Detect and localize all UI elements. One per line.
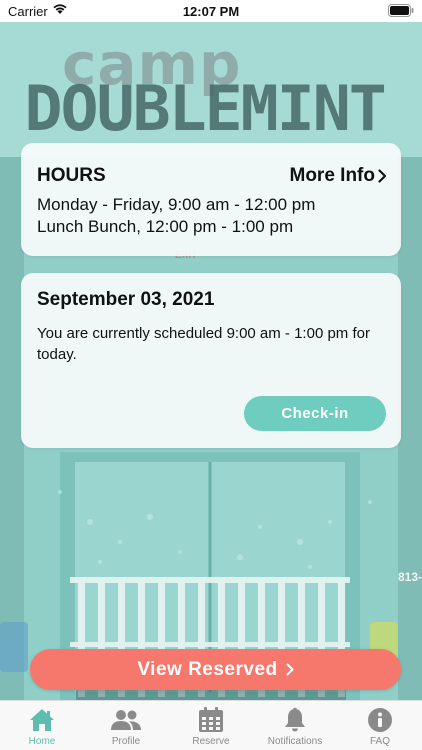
home-icon bbox=[28, 707, 56, 733]
view-reserved-label: View Reserved bbox=[137, 658, 278, 680]
tab-notifications[interactable]: Notifications bbox=[253, 701, 337, 750]
bell-icon bbox=[283, 707, 307, 733]
battery-icon bbox=[388, 4, 414, 20]
tab-label-reserve: Reserve bbox=[192, 736, 230, 747]
hours-title: HOURS bbox=[37, 165, 106, 186]
tab-bar: Home Profile Reserve Notifications FAQ bbox=[0, 700, 422, 750]
info-icon bbox=[367, 707, 393, 733]
tab-home[interactable]: Home bbox=[0, 701, 84, 750]
schedule-message: You are currently scheduled 9:00 am - 1:… bbox=[37, 325, 370, 363]
tab-label-profile: Profile bbox=[111, 736, 141, 747]
tab-label-notifications: Notifications bbox=[267, 736, 323, 747]
chevron-right-icon[interactable] bbox=[378, 169, 387, 188]
more-info-link[interactable]: More Info bbox=[290, 165, 376, 187]
sign-doublemint: DOUBLEMINT bbox=[24, 72, 386, 145]
tab-reserve[interactable]: Reserve bbox=[169, 701, 253, 750]
people-icon bbox=[110, 707, 142, 733]
hours-card: HOURS More Info Monday - Friday, 9:00 am… bbox=[21, 143, 401, 256]
hours-lunch-bunch: Lunch Bunch, 12:00 pm - 1:00 pm bbox=[37, 217, 294, 236]
schedule-card: September 03, 2021 You are currently sch… bbox=[21, 273, 401, 448]
tab-profile[interactable]: Profile bbox=[84, 701, 168, 750]
schedule-date: September 03, 2021 bbox=[37, 289, 215, 310]
status-time: 12:07 PM bbox=[182, 4, 240, 19]
tab-label-home: Home bbox=[28, 736, 56, 747]
tab-label-faq: FAQ bbox=[369, 736, 390, 747]
hours-weekday: Monday - Friday, 9:00 am - 12:00 pm bbox=[37, 195, 316, 214]
status-bar: Carrier 12:07 PM bbox=[0, 0, 422, 22]
check-in-button[interactable]: Check-in bbox=[244, 396, 386, 431]
tab-faq[interactable]: FAQ bbox=[338, 701, 422, 750]
door-number: 813- bbox=[398, 570, 422, 584]
calendar-icon bbox=[198, 707, 224, 733]
chevron-right-icon bbox=[286, 663, 294, 676]
view-reserved-button[interactable]: View Reserved bbox=[30, 649, 401, 690]
